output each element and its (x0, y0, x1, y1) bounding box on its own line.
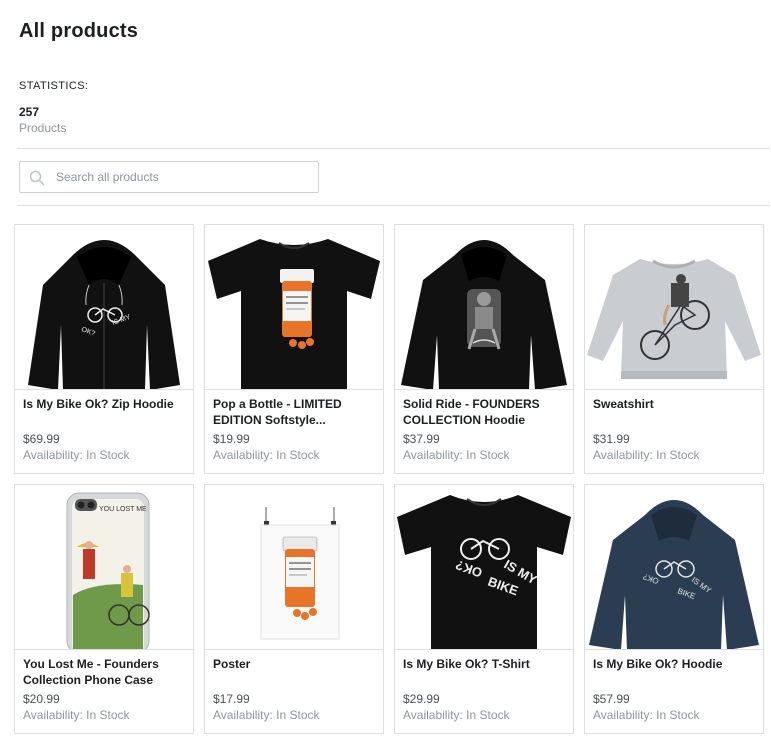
product-card[interactable]: Solid Ride - FOUNDERS COLLECTION Hoodie … (394, 224, 574, 474)
svg-text:YOU LOST ME: YOU LOST ME (99, 506, 147, 513)
product-image-tshirt-pill-bottle[interactable] (205, 225, 383, 390)
product-price: $57.99 (593, 692, 630, 706)
product-image-navy-hoodie[interactable]: OK? IS MY BIKE (585, 485, 763, 650)
product-card[interactable]: OK? IS MY BIKE Is My Bike Ok? Hoodie $57… (584, 484, 764, 734)
product-availability: Availability: In Stock (403, 448, 510, 462)
product-price: $69.99 (23, 432, 60, 446)
product-availability: Availability: In Stock (23, 448, 130, 462)
product-availability: Availability: In Stock (593, 448, 700, 462)
product-card[interactable]: Sweatshirt $31.99 Availability: In Stock (584, 224, 764, 474)
product-name[interactable]: Sweatshirt (593, 396, 757, 412)
product-name[interactable]: Pop a Bottle - LIMITED EDITION Softstyle… (213, 396, 377, 428)
product-price: $29.99 (403, 692, 440, 706)
divider (17, 148, 770, 149)
search-icon (29, 170, 45, 186)
statistics-label: STATISTICS: (19, 80, 89, 92)
search-input[interactable] (56, 162, 314, 192)
product-card[interactable]: OK? IS MY BIKE Is My Bike Ok? T-Shirt $2… (394, 484, 574, 734)
product-count: 257 (19, 105, 40, 119)
search-box[interactable] (19, 161, 319, 193)
product-availability: Availability: In Stock (213, 708, 320, 722)
product-price: $17.99 (213, 692, 250, 706)
divider (17, 205, 770, 206)
product-count-caption: Products (19, 121, 67, 135)
product-availability: Availability: In Stock (213, 448, 320, 462)
product-name[interactable]: You Lost Me - Founders Collection Phone … (23, 656, 187, 688)
product-name[interactable]: Poster (213, 656, 377, 672)
product-name[interactable]: Is My Bike Ok? T-Shirt (403, 656, 567, 672)
product-name[interactable]: Solid Ride - FOUNDERS COLLECTION Hoodie (403, 396, 567, 428)
product-card[interactable]: Pop a Bottle - LIMITED EDITION Softstyle… (204, 224, 384, 474)
product-image-hoodie-cyclist[interactable] (395, 225, 573, 390)
product-price: $31.99 (593, 432, 630, 446)
product-availability: Availability: In Stock (403, 708, 510, 722)
product-card[interactable]: YOU LOST ME You Lost Me - Founders Colle… (14, 484, 194, 734)
product-price: $37.99 (403, 432, 440, 446)
product-image-zip-hoodie[interactable]: OK? IS MY (15, 225, 193, 390)
product-price: $20.99 (23, 692, 60, 706)
product-availability: Availability: In Stock (23, 708, 130, 722)
product-image-poster[interactable] (205, 485, 383, 650)
product-card[interactable]: Poster $17.99 Availability: In Stock (204, 484, 384, 734)
product-card[interactable]: OK? IS MY Is My Bike Ok? Zip Hoodie $69.… (14, 224, 194, 474)
product-price: $19.99 (213, 432, 250, 446)
product-image-tshirt-bike[interactable]: OK? IS MY BIKE (395, 485, 573, 650)
product-name[interactable]: Is My Bike Ok? Hoodie (593, 656, 757, 672)
product-name[interactable]: Is My Bike Ok? Zip Hoodie (23, 396, 187, 412)
product-availability: Availability: In Stock (593, 708, 700, 722)
page-title: All products (19, 20, 139, 42)
product-image-phone-case[interactable]: YOU LOST ME (15, 485, 193, 650)
product-image-sweatshirt[interactable] (585, 225, 763, 390)
